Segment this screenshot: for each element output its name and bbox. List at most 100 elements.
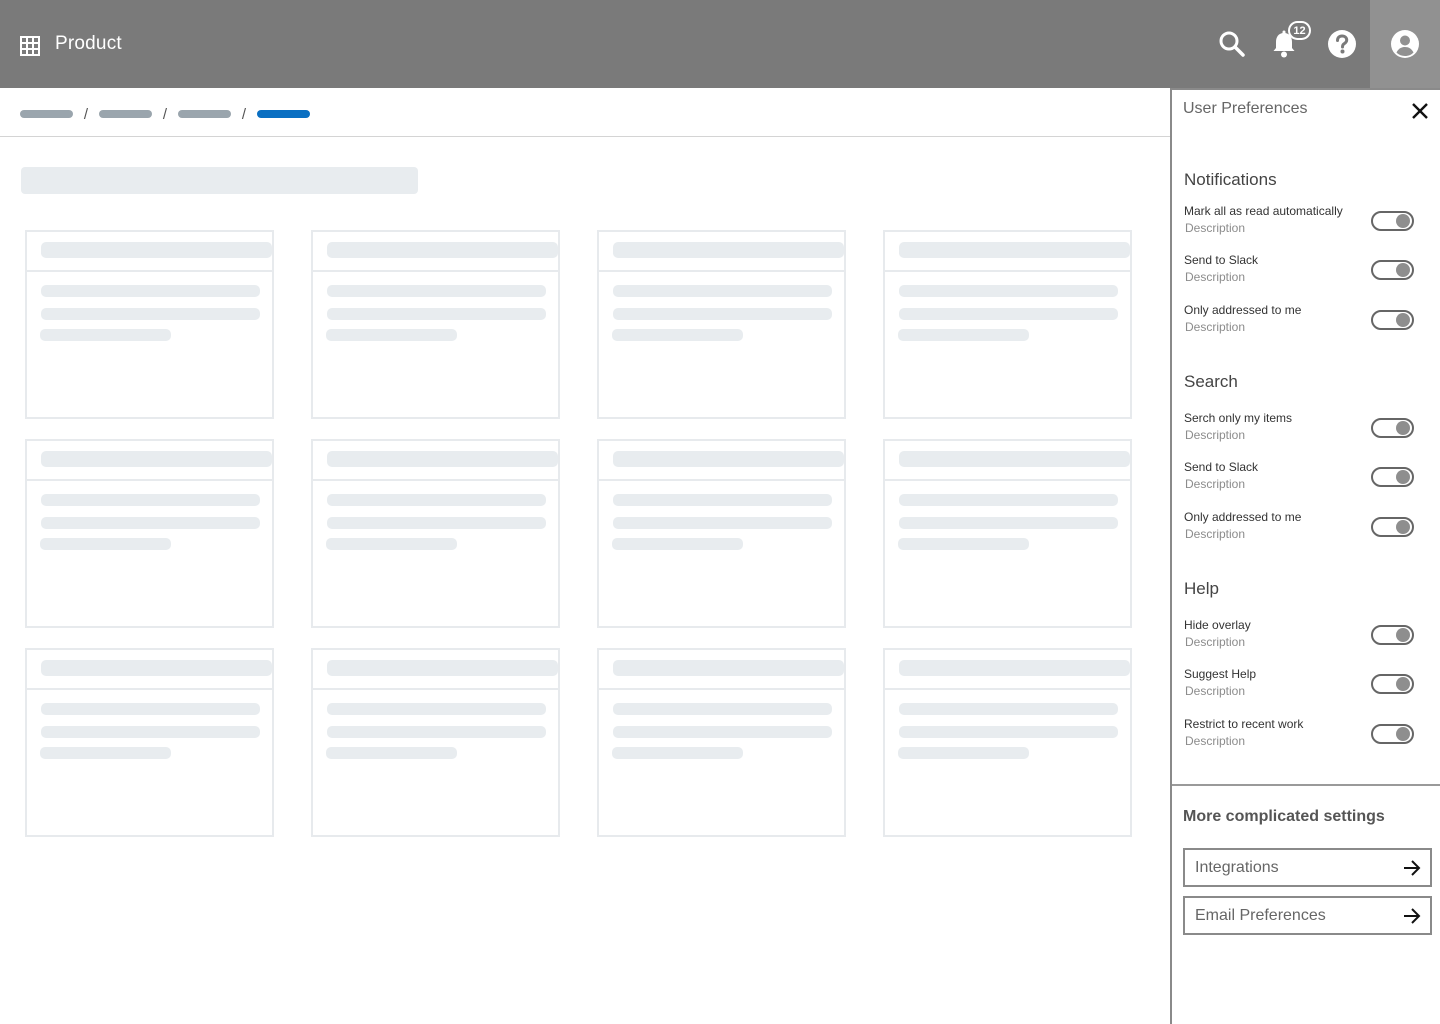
skeleton-line xyxy=(327,726,546,738)
skeleton-line xyxy=(327,242,558,258)
card-placeholder[interactable] xyxy=(883,648,1132,837)
skeleton-line xyxy=(327,517,546,529)
card-divider xyxy=(313,270,558,272)
skeleton-line xyxy=(40,329,171,341)
account-icon xyxy=(1391,30,1419,58)
help-icon xyxy=(1328,30,1356,58)
skeleton-line xyxy=(327,494,546,506)
skeleton-line xyxy=(327,285,546,297)
skeleton-line xyxy=(898,538,1029,550)
breadcrumb-separator: / xyxy=(162,105,168,123)
arrow-right-icon xyxy=(1404,908,1421,924)
card-placeholder[interactable] xyxy=(883,439,1132,628)
card-divider xyxy=(885,688,1130,690)
skeleton-line xyxy=(899,703,1118,715)
top-bar: Product 12 xyxy=(0,0,1440,88)
skeleton-line xyxy=(327,703,546,715)
card-placeholder[interactable] xyxy=(311,439,560,628)
pref-description: Description xyxy=(1185,270,1246,284)
card-placeholder[interactable] xyxy=(311,230,560,419)
breadcrumb-item[interactable] xyxy=(99,110,152,118)
pref-description: Description xyxy=(1185,635,1246,649)
help-button[interactable] xyxy=(1326,28,1358,60)
card-placeholder[interactable] xyxy=(597,439,846,628)
toggle-search-my-items[interactable] xyxy=(1371,418,1414,438)
pref-label: Send to Slack xyxy=(1184,253,1259,267)
notification-badge: 12 xyxy=(1288,21,1311,40)
pref-description: Description xyxy=(1185,428,1246,442)
skeleton-line xyxy=(41,660,272,676)
card-placeholder[interactable] xyxy=(597,230,846,419)
breadcrumb-item[interactable] xyxy=(20,110,73,118)
card-divider xyxy=(27,688,272,690)
skeleton-line xyxy=(613,242,844,258)
integrations-label: Integrations xyxy=(1195,859,1279,876)
toggle-restrict-recent[interactable] xyxy=(1371,724,1414,744)
skeleton-line xyxy=(327,660,558,676)
skeleton-line xyxy=(41,451,272,467)
toggle-mark-all-read[interactable] xyxy=(1371,211,1414,231)
grid-icon[interactable] xyxy=(20,36,40,56)
skeleton-line xyxy=(899,494,1118,506)
card-placeholder[interactable] xyxy=(25,230,274,419)
section-title-help: Help xyxy=(1184,579,1219,598)
skeleton-line xyxy=(612,538,743,550)
account-button[interactable] xyxy=(1370,0,1440,88)
pref-label: Suggest Help xyxy=(1184,667,1257,681)
skeleton-line xyxy=(613,726,832,738)
skeleton-line xyxy=(612,329,743,341)
toggle-search-send-to-slack[interactable] xyxy=(1371,467,1414,487)
section-title-search: Search xyxy=(1184,372,1238,391)
toggle-knob xyxy=(1396,470,1410,484)
toggle-suggest-help[interactable] xyxy=(1371,674,1414,694)
card-placeholder[interactable] xyxy=(597,648,846,837)
toggle-search-only-addressed[interactable] xyxy=(1371,517,1414,537)
toggle-knob xyxy=(1396,628,1410,642)
search-icon xyxy=(1219,31,1245,57)
pref-label: Serch only my items xyxy=(1184,411,1293,425)
breadcrumb-item[interactable] xyxy=(178,110,231,118)
card-divider xyxy=(27,479,272,481)
skeleton-line xyxy=(326,538,457,550)
pref-label: Only addressed to me xyxy=(1184,510,1302,524)
skeleton-line xyxy=(40,747,171,759)
card-divider xyxy=(885,270,1130,272)
more-settings-title: More complicated settings xyxy=(1183,808,1385,825)
close-icon[interactable] xyxy=(1410,101,1430,121)
card-placeholder[interactable] xyxy=(311,648,560,837)
pref-description: Description xyxy=(1185,527,1246,541)
search-button[interactable] xyxy=(1216,28,1248,60)
skeleton-line xyxy=(41,517,260,529)
toggle-only-addressed[interactable] xyxy=(1371,310,1414,330)
skeleton-line xyxy=(41,726,260,738)
arrow-right-icon xyxy=(1404,860,1421,876)
breadcrumb-separator: / xyxy=(83,105,89,123)
toggle-knob xyxy=(1396,421,1410,435)
email-preferences-link[interactable]: Email Preferences xyxy=(1183,896,1432,935)
card-divider xyxy=(599,270,844,272)
skeleton-line xyxy=(327,451,558,467)
page-title-placeholder xyxy=(21,167,418,194)
skeleton-line xyxy=(899,451,1130,467)
skeleton-line xyxy=(613,660,844,676)
toggle-hide-overlay[interactable] xyxy=(1371,625,1414,645)
card-placeholder[interactable] xyxy=(883,230,1132,419)
skeleton-line xyxy=(40,538,171,550)
breadcrumb: / / / xyxy=(20,104,310,124)
card-placeholder[interactable] xyxy=(25,648,274,837)
integrations-link[interactable]: Integrations xyxy=(1183,848,1432,887)
skeleton-line xyxy=(326,329,457,341)
skeleton-line xyxy=(41,285,260,297)
card-divider xyxy=(313,479,558,481)
skeleton-line xyxy=(899,308,1118,320)
skeleton-line xyxy=(41,703,260,715)
app-title[interactable]: Product xyxy=(55,33,122,55)
toggle-send-to-slack[interactable] xyxy=(1371,260,1414,280)
skeleton-line xyxy=(613,451,844,467)
skeleton-line xyxy=(899,285,1118,297)
pref-description: Description xyxy=(1185,221,1246,235)
card-placeholder[interactable] xyxy=(25,439,274,628)
skeleton-line xyxy=(612,747,743,759)
pref-description: Description xyxy=(1185,734,1246,748)
skeleton-line xyxy=(899,517,1118,529)
